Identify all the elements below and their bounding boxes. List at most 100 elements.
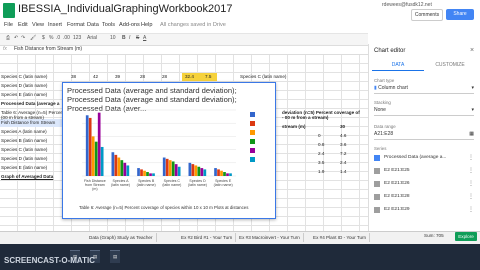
chart-type-select[interactable]: ▮ Column chart ▾ bbox=[374, 84, 474, 94]
chart-bar[interactable] bbox=[114, 154, 118, 176]
tab-customize[interactable]: CUSTOMIZE bbox=[426, 62, 474, 68]
strikethrough-button[interactable]: S bbox=[136, 35, 139, 41]
percent-button[interactable]: % bbox=[49, 35, 53, 41]
chart-bar[interactable] bbox=[229, 173, 232, 176]
chart-bar[interactable] bbox=[162, 157, 166, 176]
chart-bar[interactable] bbox=[140, 169, 143, 176]
chart-bar[interactable] bbox=[117, 157, 121, 176]
text-color-button[interactable]: A bbox=[143, 35, 146, 41]
chart-bar[interactable] bbox=[194, 165, 198, 176]
series-item[interactable]: E2 E21:E25 bbox=[384, 168, 410, 173]
chart-plot[interactable]: Fish Distance from Stream (m) Species A (lat… bbox=[68, 106, 268, 206]
chart-bar[interactable] bbox=[97, 112, 101, 176]
legend-swatch[interactable] bbox=[250, 130, 255, 135]
chart-bar[interactable] bbox=[226, 173, 229, 176]
legend-swatch[interactable] bbox=[250, 139, 255, 144]
chart-bar[interactable] bbox=[111, 152, 115, 176]
chart-bar[interactable] bbox=[200, 168, 204, 176]
selected-cell-text[interactable]: Fish Distance from Stream bbox=[1, 120, 55, 125]
document-title[interactable]: IBESSIA_IndividualGraphingWorkbook2017 bbox=[18, 3, 232, 15]
legend-swatch[interactable] bbox=[250, 157, 255, 162]
chart-bar[interactable] bbox=[91, 136, 95, 176]
sheets-logo-icon[interactable] bbox=[3, 3, 15, 18]
font-select[interactable]: Arial bbox=[87, 35, 97, 41]
taskbar-item[interactable]: ▤ bbox=[110, 250, 121, 263]
legend-swatch[interactable] bbox=[250, 121, 255, 126]
chart-bar[interactable] bbox=[191, 164, 195, 176]
menu-data[interactable]: Data bbox=[87, 22, 99, 28]
paint-format-icon[interactable]: 🖌 bbox=[30, 35, 36, 41]
chart-bar[interactable] bbox=[168, 160, 172, 176]
menu-addons[interactable]: Add-ons bbox=[119, 22, 140, 28]
sheet-tab[interactable]: Data (Graph) Study as Teacher bbox=[86, 233, 157, 242]
chart-bar[interactable] bbox=[146, 172, 149, 176]
more-vert-icon[interactable]: ⋮ bbox=[468, 180, 474, 187]
more-vert-icon[interactable]: ⋮ bbox=[468, 206, 474, 213]
undo-icon[interactable]: ↶ bbox=[14, 35, 18, 41]
formula-input[interactable]: Fish Distance from Stream (m) bbox=[14, 46, 82, 52]
legend-swatch[interactable] bbox=[250, 148, 255, 153]
comments-button[interactable]: Comments bbox=[411, 9, 443, 21]
chart-bar[interactable] bbox=[220, 170, 223, 176]
italic-button[interactable]: I bbox=[129, 35, 130, 41]
sheet-tab[interactable]: Ex #2 Bird #1 - Your Turn bbox=[178, 233, 237, 242]
font-size-select[interactable]: 10 bbox=[110, 35, 116, 41]
menu-file[interactable]: File bbox=[4, 22, 13, 28]
menu-view[interactable]: View bbox=[32, 22, 44, 28]
print-icon[interactable]: ⎙ bbox=[6, 35, 10, 41]
chart-bar[interactable] bbox=[197, 166, 201, 176]
more-vert-icon[interactable]: ⋮ bbox=[468, 167, 474, 174]
chart-bar[interactable] bbox=[203, 169, 207, 176]
chart-bar[interactable] bbox=[214, 168, 217, 176]
chart-bar[interactable] bbox=[137, 168, 140, 176]
close-icon[interactable]: × bbox=[470, 47, 474, 54]
series-item[interactable]: E2 E21:E28 bbox=[384, 194, 410, 199]
series-item[interactable]: E2 E21:E26 bbox=[384, 181, 410, 186]
legend-swatch[interactable] bbox=[250, 112, 255, 117]
chart-bar[interactable] bbox=[152, 173, 155, 176]
bold-button[interactable]: B bbox=[122, 35, 126, 41]
chart-bar[interactable] bbox=[174, 164, 178, 176]
more-vert-icon[interactable]: ⋮ bbox=[468, 154, 474, 161]
column-chart-icon: ▮ bbox=[374, 85, 377, 91]
chart-bar[interactable] bbox=[120, 160, 124, 176]
explore-button[interactable]: Explore bbox=[455, 232, 477, 241]
chart-bar[interactable] bbox=[171, 161, 175, 176]
menu-insert[interactable]: Insert bbox=[48, 22, 62, 28]
chart-bar[interactable] bbox=[94, 141, 98, 176]
series-item[interactable]: E2 E21:E29 bbox=[384, 207, 410, 212]
chart-bar[interactable] bbox=[177, 166, 181, 176]
series-item[interactable]: Processed Data (average a... bbox=[384, 155, 446, 160]
menu-format[interactable]: Format bbox=[67, 22, 85, 28]
menu-help[interactable]: Help bbox=[141, 22, 153, 28]
share-button[interactable]: Share bbox=[446, 9, 474, 20]
more-formats-button[interactable]: 123 bbox=[73, 35, 81, 41]
chart-bar[interactable] bbox=[143, 170, 146, 176]
chart-bar[interactable] bbox=[85, 115, 89, 176]
sheet-tab[interactable]: Ex #3 Macroinvert - Your Turn bbox=[236, 233, 304, 242]
stacking-select[interactable]: None ▾ bbox=[374, 106, 474, 116]
chart-bar[interactable] bbox=[149, 173, 152, 176]
grid-cell: 3.5 bbox=[318, 160, 325, 165]
chart-bar[interactable] bbox=[126, 165, 130, 176]
currency-button[interactable]: $ bbox=[42, 35, 45, 41]
tab-data[interactable]: DATA bbox=[374, 62, 422, 68]
sheet-tab[interactable]: Ex #4 Plant ID - Your Turn bbox=[310, 233, 371, 242]
chart-bar[interactable] bbox=[188, 162, 192, 176]
decimal-increase-button[interactable]: .00 bbox=[63, 35, 70, 41]
data-range-input[interactable]: A21:E28 ▦ bbox=[374, 130, 474, 140]
chart-bar[interactable] bbox=[217, 169, 220, 176]
chart-bar[interactable] bbox=[223, 172, 226, 176]
chart-bar[interactable] bbox=[165, 158, 169, 176]
menu-edit[interactable]: Edit bbox=[18, 22, 28, 28]
menu-tools[interactable]: Tools bbox=[102, 22, 115, 28]
decimal-decrease-button[interactable]: .0 bbox=[56, 35, 60, 41]
sum-badge[interactable]: Sum: 705 bbox=[424, 233, 444, 238]
star-icon[interactable]: ☆ bbox=[128, 4, 136, 15]
user-email[interactable]: rdewees@fusdk12.net bbox=[382, 2, 432, 8]
chart-bar[interactable] bbox=[88, 117, 92, 176]
chart-bar[interactable] bbox=[100, 146, 104, 176]
redo-icon[interactable]: ↷ bbox=[21, 35, 25, 41]
more-vert-icon[interactable]: ⋮ bbox=[468, 193, 474, 200]
chart-bar[interactable] bbox=[123, 162, 127, 176]
